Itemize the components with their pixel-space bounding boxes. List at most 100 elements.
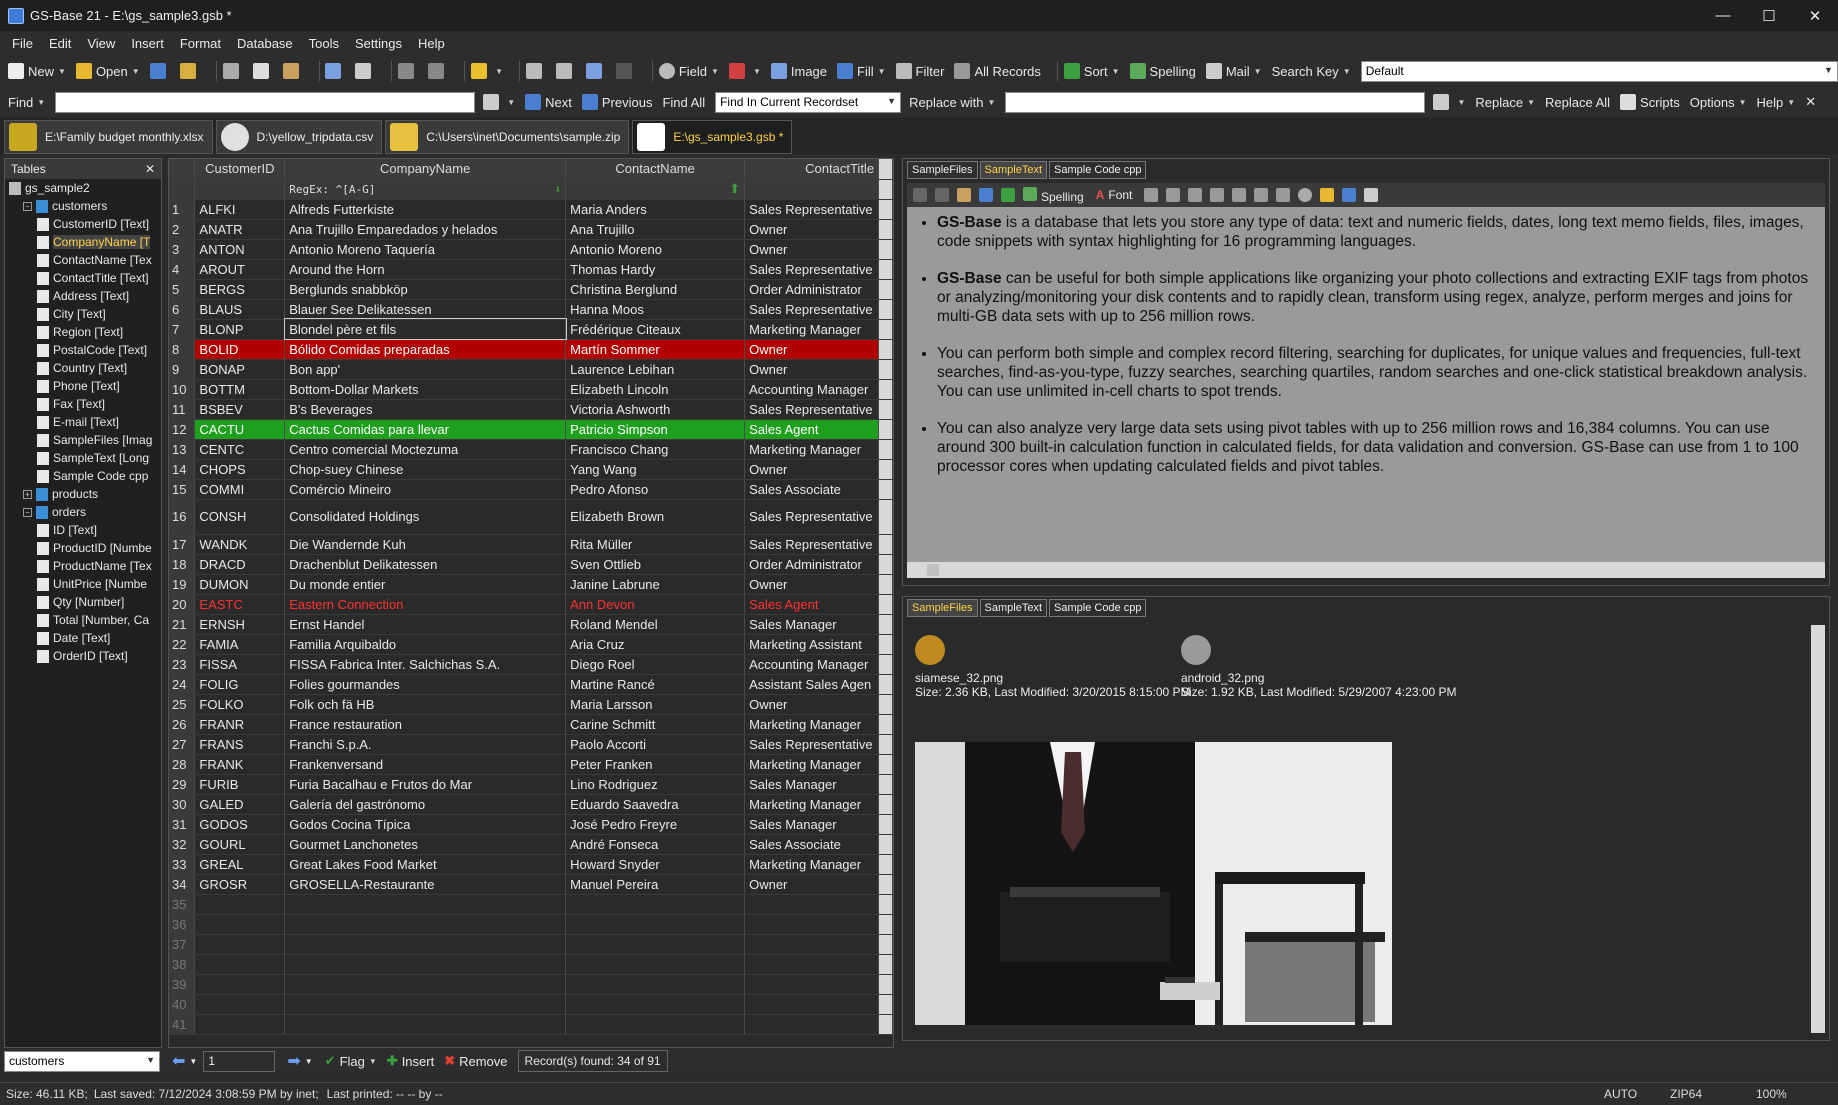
table-row[interactable]: 31 GODOS Godos Cocina Típica José Pedro Fre… [169, 814, 893, 835]
grid-cell[interactable]: Owner [744, 219, 880, 240]
grid-cell[interactable]: Maria Anders [565, 199, 746, 220]
all-records-button[interactable]: All Records [954, 63, 1041, 79]
grid-cell[interactable]: Sales Representative [744, 199, 880, 220]
table-select[interactable]: customers ▼ [4, 1050, 160, 1072]
options-button[interactable]: Options ▼ [1690, 95, 1747, 110]
grid-cell[interactable] [194, 914, 286, 935]
grid-cell[interactable]: Marketing Manager [744, 854, 880, 875]
grid-cell[interactable] [194, 1014, 286, 1035]
grid-cell[interactable]: Ernst Handel [284, 614, 567, 635]
previous-button[interactable]: Previous [581, 94, 652, 110]
table-row[interactable]: 17 WANDK Die Wandernde Kuh Rita Müller Sales… [169, 534, 893, 555]
grid-cell[interactable] [744, 974, 880, 995]
grid-cell[interactable]: Ann Devon [565, 594, 746, 615]
table-row[interactable]: 33 GREAL Great Lakes Food Market Howard Sny… [169, 854, 893, 875]
collapse-icon[interactable]: − [23, 201, 32, 211]
grid-cell[interactable] [744, 1014, 880, 1035]
grid-cell[interactable]: Sales Manager [744, 774, 880, 795]
redo-icon[interactable] [1001, 188, 1015, 202]
grid-cell[interactable]: FRANK [194, 754, 286, 775]
grid-cell[interactable]: Die Wandernde Kuh [284, 534, 567, 555]
grid-cell[interactable]: Bólido Comidas preparadas [284, 339, 567, 360]
view-split-button[interactable] [555, 63, 576, 79]
filter-button[interactable]: Filter [895, 63, 944, 79]
tree-item[interactable]: ContactName [Tex [5, 251, 161, 269]
print-button[interactable] [355, 63, 375, 79]
grid-cell[interactable]: FOLKO [194, 694, 286, 715]
column-header-contacttitle[interactable]: ContactTitle [744, 159, 880, 180]
businessman-photo[interactable] [915, 742, 1392, 1025]
scrollbar-track[interactable] [878, 419, 893, 440]
undo-button[interactable] [398, 63, 418, 79]
scrollbar-track[interactable] [878, 854, 893, 875]
scrollbar-track[interactable] [878, 754, 893, 775]
tree-item[interactable]: Country [Text] [5, 359, 161, 377]
grid-cell[interactable]: Owner [744, 874, 880, 895]
table-row[interactable]: 28 FRANK Frankenversand Peter Franken Market… [169, 754, 893, 775]
tree-item[interactable]: gs_sample2 [5, 179, 161, 197]
paste-button[interactable] [282, 63, 303, 79]
outdent-icon[interactable] [1254, 188, 1269, 202]
insert-record-button[interactable]: ✚ Insert [387, 1053, 434, 1069]
grid-cell[interactable]: Sales Representative [744, 534, 880, 555]
doc-tab-sample-zip[interactable]: C:\Users\inet\Documents\sample.zip [385, 120, 630, 154]
grid-cell[interactable] [565, 894, 746, 915]
table-row[interactable]: 12 CACTU Cactus Comidas para llevar Patrici… [169, 419, 893, 440]
tree-item[interactable]: Total [Number, Ca [5, 611, 161, 629]
align-left-icon[interactable] [1144, 188, 1159, 202]
grid-cell[interactable] [284, 914, 567, 935]
grid-cell[interactable]: Sales Representative [744, 259, 880, 280]
tree-item[interactable]: SampleText [Long [5, 449, 161, 467]
grid-cell[interactable]: BOLID [194, 339, 286, 360]
grid-cell[interactable]: Elizabeth Brown [565, 499, 746, 535]
grid-cell[interactable] [565, 974, 746, 995]
table-row[interactable]: 29 FURIB Furia Bacalhau e Frutos do Mar Lin… [169, 774, 893, 795]
align-right-icon[interactable] [1188, 188, 1203, 202]
grid-cell[interactable]: Consolidated Holdings [284, 499, 567, 535]
tree-item[interactable]: OrderID [Text] [5, 647, 161, 665]
table-row[interactable]: 25 FOLKO Folk och fä HB Maria Larsson Owner [169, 694, 893, 715]
previous-record-dropdown[interactable]: ▼ [189, 1057, 197, 1066]
gear-icon[interactable] [1298, 188, 1313, 202]
grid-cell[interactable]: ANTON [194, 239, 286, 260]
maximize-button[interactable]: ☐ [1746, 0, 1792, 31]
grid-cell[interactable]: Sales Associate [744, 834, 880, 855]
grid-cell[interactable]: Sales Agent [744, 594, 880, 615]
menu-insert[interactable]: Insert [131, 36, 164, 51]
grid-cell[interactable]: Sales Associate [744, 479, 880, 500]
menu-format[interactable]: Format [180, 36, 221, 51]
grid-cell[interactable]: France restauration [284, 714, 567, 735]
grid-cell[interactable] [194, 954, 286, 975]
numbered-list-icon[interactable] [1232, 188, 1247, 202]
scrollbar-track[interactable] [878, 359, 893, 380]
tree-item[interactable]: ID [Text] [5, 521, 161, 539]
grid-cell[interactable]: Sales Agent [744, 419, 880, 440]
grid-cell[interactable]: Owner [744, 339, 880, 360]
grid-cell[interactable]: Owner [744, 239, 880, 260]
table-row[interactable]: 27 FRANS Franchi S.p.A. Paolo Accorti Sales … [169, 734, 893, 755]
tree-item[interactable]: ProductID [Numbe [5, 539, 161, 557]
grid-cell[interactable]: Godos Cocina Típica [284, 814, 567, 835]
grid-cell[interactable]: GALED [194, 794, 286, 815]
grid-cell[interactable]: Blondel père et fils [283, 318, 567, 340]
grid-cell[interactable]: Alfreds Futterkiste [284, 199, 567, 220]
scrollbar-track[interactable] [878, 339, 893, 360]
find-label[interactable]: Find ▼ [8, 95, 45, 110]
tree-item[interactable]: ProductName [Tex [5, 557, 161, 575]
filter-cell-companyname[interactable]: RegEx: ^[A-G] ⬇ [284, 179, 567, 200]
scrollbar-track[interactable] [878, 834, 893, 855]
font-button[interactable]: A Font [1096, 188, 1133, 202]
grid-cell[interactable]: Lino Rodriguez [565, 774, 746, 795]
grid-cell[interactable]: Paolo Accorti [565, 734, 746, 755]
grid-cell[interactable]: Sales Representative [744, 299, 880, 320]
scrollbar-track[interactable] [878, 439, 893, 460]
save-button[interactable] [149, 63, 170, 79]
doc-tab-family-budget[interactable]: E:\Family budget monthly.xlsx [4, 120, 213, 154]
tree-item[interactable]: Sample Code cpp [5, 467, 161, 485]
replace-button[interactable]: Replace ▼ [1475, 95, 1535, 110]
tree-item[interactable]: ContactTitle [Text] [5, 269, 161, 287]
toolbar-close-button[interactable]: ✕ [1805, 94, 1816, 110]
grid-cell[interactable]: Familia Arquibaldo [284, 634, 567, 655]
scrollbar-track[interactable] [878, 239, 893, 260]
find-input[interactable] [55, 91, 476, 113]
